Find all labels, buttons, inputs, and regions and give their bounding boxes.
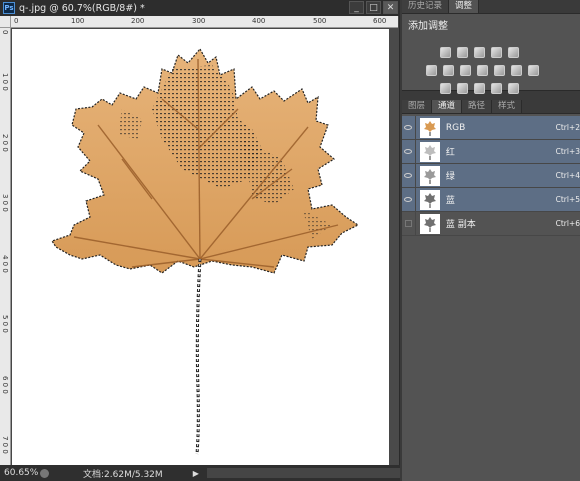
eye-icon xyxy=(404,125,413,130)
document-size-info: 文档:2.62M/5.32M xyxy=(83,469,163,480)
channel-shortcut: Ctrl+4 xyxy=(555,171,580,180)
right-panel-dock: 历史记录 调整 添加调整 图层 通道 路径 样式 RGB Ctrl+2 红 Ct… xyxy=(402,0,580,481)
gradient-map-icon[interactable] xyxy=(491,83,502,94)
image-canvas[interactable] xyxy=(12,29,389,465)
ruler-label: 2 0 0 xyxy=(1,134,9,152)
channel-thumbnail xyxy=(419,165,440,186)
ruler-label: 4 0 0 xyxy=(1,255,9,273)
visibility-toggle[interactable] xyxy=(402,163,416,188)
levels-icon[interactable] xyxy=(457,47,468,58)
channel-thumbnail xyxy=(419,189,440,210)
posterize-icon[interactable] xyxy=(457,83,468,94)
ruler-label: 0 xyxy=(1,30,9,35)
photoshop-window: Ps q-.jpg @ 60.7%(RGB/8#) * _ □ ✕ 0 100 … xyxy=(0,0,580,481)
vibrance-icon[interactable] xyxy=(508,47,519,58)
ruler-label: 0 xyxy=(14,17,19,25)
channel-mixer-icon[interactable] xyxy=(494,65,505,76)
hidden-visibility-icon xyxy=(404,220,412,227)
restore-button[interactable]: □ xyxy=(366,1,381,14)
maple-leaf-image xyxy=(51,47,360,455)
channel-row-green[interactable]: 绿 Ctrl+4 xyxy=(402,163,580,188)
document-title: q-.jpg @ 60.7%(RGB/8#) * xyxy=(19,2,145,14)
channel-thumbnail xyxy=(419,141,440,162)
channel-name: 红 xyxy=(445,148,455,158)
ruler-label: 5 0 0 xyxy=(1,315,9,333)
top-panel-tabs: 历史记录 调整 xyxy=(402,0,580,14)
tab-history[interactable]: 历史记录 xyxy=(402,0,450,13)
eye-icon xyxy=(404,173,413,178)
channel-shortcut: Ctrl+5 xyxy=(555,195,580,204)
curves-icon[interactable] xyxy=(474,47,485,58)
close-button[interactable]: ✕ xyxy=(383,1,398,14)
hue-saturation-icon[interactable] xyxy=(426,65,437,76)
channel-shortcut: Ctrl+2 xyxy=(555,123,580,132)
selective-color-icon[interactable] xyxy=(508,83,519,94)
channel-row-blue[interactable]: 蓝 Ctrl+5 xyxy=(402,187,580,212)
black-white-icon[interactable] xyxy=(460,65,471,76)
exposure-icon[interactable] xyxy=(491,47,502,58)
document-window: Ps q-.jpg @ 60.7%(RGB/8#) * _ □ ✕ 0 100 … xyxy=(0,0,400,481)
channel-name: 蓝 副本 xyxy=(445,220,476,230)
adjustments-title: 添加调整 xyxy=(408,21,448,32)
vertical-scrollbar[interactable] xyxy=(390,28,399,465)
ruler-label: 1 0 0 xyxy=(1,73,9,91)
adjustments-panel: 添加调整 xyxy=(402,14,580,94)
ruler-label: 100 xyxy=(71,17,85,25)
tab-channels[interactable]: 通道 xyxy=(432,100,463,113)
ruler-label: 200 xyxy=(131,17,145,25)
status-bar: 60.65% 文档:2.62M/5.32M ▶ xyxy=(0,465,400,481)
ruler-label: 6 0 0 xyxy=(1,376,9,394)
brightness-contrast-icon[interactable] xyxy=(440,47,451,58)
eye-icon xyxy=(404,149,413,154)
channel-name: RGB xyxy=(445,122,466,133)
ruler-origin[interactable] xyxy=(0,16,11,28)
channel-thumbnail xyxy=(419,117,440,138)
mid-panel-tabs: 图层 通道 路径 样式 xyxy=(402,100,580,114)
tab-adjustments[interactable]: 调整 xyxy=(449,0,480,13)
vertical-ruler[interactable]: 0 1 0 0 2 0 0 3 0 0 4 0 0 5 0 0 6 0 0 7 … xyxy=(0,28,11,465)
horizontal-scrollbar[interactable] xyxy=(206,468,400,478)
color-lookup-icon[interactable] xyxy=(511,65,522,76)
channels-panel: RGB Ctrl+2 红 Ctrl+3 绿 Ctrl+4 蓝 Ctrl+5 蓝 … xyxy=(402,114,580,481)
ruler-label: 3 0 0 xyxy=(1,194,9,212)
channel-thumbnail xyxy=(419,213,440,234)
visibility-toggle[interactable] xyxy=(402,211,416,236)
photo-filter-icon[interactable] xyxy=(477,65,488,76)
channel-row-red[interactable]: 红 Ctrl+3 xyxy=(402,139,580,164)
status-info-icon[interactable] xyxy=(40,468,49,478)
tab-paths[interactable]: 路径 xyxy=(462,100,493,113)
channel-shortcut: Ctrl+6 xyxy=(555,219,580,228)
ruler-label: 500 xyxy=(313,17,327,25)
zoom-level[interactable]: 60.65% xyxy=(4,468,38,478)
visibility-toggle[interactable] xyxy=(402,187,416,212)
channel-row-rgb[interactable]: RGB Ctrl+2 xyxy=(402,115,580,140)
tab-styles[interactable]: 样式 xyxy=(492,100,523,113)
document-titlebar[interactable]: Ps q-.jpg @ 60.7%(RGB/8#) * _ □ ✕ xyxy=(0,0,400,16)
horizontal-ruler[interactable]: 0 100 200 300 400 500 600 xyxy=(11,16,398,28)
ruler-label: 7 0 0 xyxy=(1,436,9,454)
threshold-icon[interactable] xyxy=(474,83,485,94)
ruler-label: 600 xyxy=(373,17,387,25)
ruler-label: 400 xyxy=(252,17,266,25)
visibility-toggle[interactable] xyxy=(402,115,416,140)
channel-name: 蓝 xyxy=(445,196,455,206)
visibility-toggle[interactable] xyxy=(402,139,416,164)
channel-row-blue-copy[interactable]: 蓝 副本 Ctrl+6 xyxy=(402,211,580,236)
grid-icon[interactable] xyxy=(528,65,539,76)
invert-icon[interactable] xyxy=(440,83,451,94)
eye-icon xyxy=(404,197,413,202)
tab-layers[interactable]: 图层 xyxy=(402,100,433,113)
status-menu-arrow-icon[interactable]: ▶ xyxy=(193,469,199,478)
color-balance-icon[interactable] xyxy=(443,65,454,76)
photoshop-logo-icon: Ps xyxy=(3,2,15,14)
channel-name: 绿 xyxy=(445,172,455,182)
minimize-button[interactable]: _ xyxy=(349,1,364,14)
ruler-label: 300 xyxy=(192,17,206,25)
channel-shortcut: Ctrl+3 xyxy=(555,147,580,156)
